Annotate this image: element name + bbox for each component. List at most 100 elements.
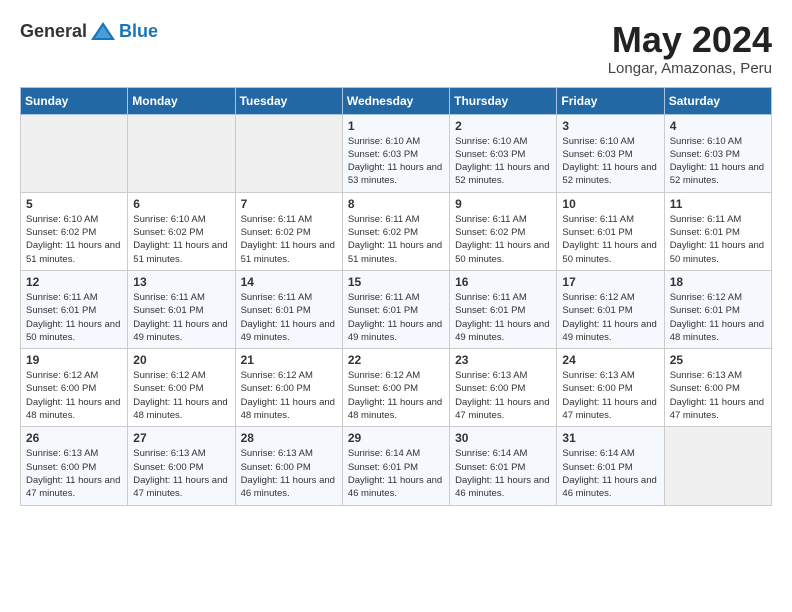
day-info: Sunrise: 6:11 AMSunset: 6:02 PMDaylight:… [241, 213, 337, 266]
day-number: 1 [348, 119, 444, 133]
calendar-day-4: 4 Sunrise: 6:10 AMSunset: 6:03 PMDaylight… [664, 114, 771, 192]
calendar-day-29: 29 Sunrise: 6:14 AMSunset: 6:01 PMDayligh… [342, 427, 449, 505]
weekday-header-saturday: Saturday [664, 87, 771, 114]
month-title: May 2024 [608, 20, 772, 60]
weekday-header-row: SundayMondayTuesdayWednesdayThursdayFrid… [21, 87, 772, 114]
calendar-day-30: 30 Sunrise: 6:14 AMSunset: 6:01 PMDayligh… [450, 427, 557, 505]
title-block: May 2024 Longar, Amazonas, Peru [608, 20, 772, 77]
day-info: Sunrise: 6:14 AMSunset: 6:01 PMDaylight:… [348, 447, 444, 500]
calendar-day-10: 10 Sunrise: 6:11 AMSunset: 6:01 PMDayligh… [557, 192, 664, 270]
day-info: Sunrise: 6:10 AMSunset: 6:03 PMDaylight:… [455, 135, 551, 188]
page-header: General Blue May 2024 Longar, Amazonas, … [20, 20, 772, 77]
day-info: Sunrise: 6:13 AMSunset: 6:00 PMDaylight:… [241, 447, 337, 500]
day-info: Sunrise: 6:11 AMSunset: 6:02 PMDaylight:… [348, 213, 444, 266]
weekday-header-thursday: Thursday [450, 87, 557, 114]
day-number: 30 [455, 431, 551, 445]
calendar-day-12: 12 Sunrise: 6:11 AMSunset: 6:01 PMDayligh… [21, 270, 128, 348]
day-info: Sunrise: 6:13 AMSunset: 6:00 PMDaylight:… [26, 447, 122, 500]
calendar-day-13: 13 Sunrise: 6:11 AMSunset: 6:01 PMDayligh… [128, 270, 235, 348]
day-number: 25 [670, 353, 766, 367]
weekday-header-wednesday: Wednesday [342, 87, 449, 114]
empty-cell [128, 114, 235, 192]
day-number: 7 [241, 197, 337, 211]
day-number: 31 [562, 431, 658, 445]
day-number: 14 [241, 275, 337, 289]
day-info: Sunrise: 6:12 AMSunset: 6:00 PMDaylight:… [348, 369, 444, 422]
day-info: Sunrise: 6:11 AMSunset: 6:01 PMDaylight:… [562, 213, 658, 266]
day-number: 12 [26, 275, 122, 289]
weekday-header-sunday: Sunday [21, 87, 128, 114]
location-title: Longar, Amazonas, Peru [608, 60, 772, 77]
day-info: Sunrise: 6:11 AMSunset: 6:01 PMDaylight:… [455, 291, 551, 344]
calendar-day-31: 31Sunrise: 6:14 AMSunset: 6:01 PMDayligh… [557, 427, 664, 505]
day-number: 28 [241, 431, 337, 445]
calendar-body: 1 Sunrise: 6:10 AMSunset: 6:03 PMDaylight… [21, 114, 772, 505]
day-number: 3 [562, 119, 658, 133]
day-info: Sunrise: 6:13 AMSunset: 6:00 PMDaylight:… [562, 369, 658, 422]
logo: General Blue [20, 20, 158, 42]
day-info: Sunrise: 6:11 AMSunset: 6:02 PMDaylight:… [455, 213, 551, 266]
calendar-week-2: 5 Sunrise: 6:10 AMSunset: 6:02 PMDaylight… [21, 192, 772, 270]
empty-cell [664, 427, 771, 505]
day-info: Sunrise: 6:12 AMSunset: 6:01 PMDaylight:… [670, 291, 766, 344]
calendar-day-2: 2Sunrise: 6:10 AMSunset: 6:03 PMDaylight… [450, 114, 557, 192]
calendar-week-1: 1 Sunrise: 6:10 AMSunset: 6:03 PMDaylight… [21, 114, 772, 192]
calendar-day-24: 24 Sunrise: 6:13 AMSunset: 6:00 PMDayligh… [557, 349, 664, 427]
day-info: Sunrise: 6:12 AMSunset: 6:00 PMDaylight:… [133, 369, 229, 422]
calendar-day-22: 22 Sunrise: 6:12 AMSunset: 6:00 PMDayligh… [342, 349, 449, 427]
day-number: 8 [348, 197, 444, 211]
day-number: 13 [133, 275, 229, 289]
day-info: Sunrise: 6:13 AMSunset: 6:00 PMDaylight:… [455, 369, 551, 422]
day-number: 22 [348, 353, 444, 367]
day-info: Sunrise: 6:11 AMSunset: 6:01 PMDaylight:… [348, 291, 444, 344]
day-info: Sunrise: 6:12 AMSunset: 6:00 PMDaylight:… [26, 369, 122, 422]
empty-cell [21, 114, 128, 192]
calendar-day-25: 25 Sunrise: 6:13 AMSunset: 6:00 PMDayligh… [664, 349, 771, 427]
day-number: 23 [455, 353, 551, 367]
day-info: Sunrise: 6:10 AMSunset: 6:03 PMDaylight:… [670, 135, 766, 188]
calendar-day-15: 15 Sunrise: 6:11 AMSunset: 6:01 PMDayligh… [342, 270, 449, 348]
day-number: 11 [670, 197, 766, 211]
day-number: 5 [26, 197, 122, 211]
calendar-day-14: 14 Sunrise: 6:11 AMSunset: 6:01 PMDayligh… [235, 270, 342, 348]
day-number: 27 [133, 431, 229, 445]
day-number: 15 [348, 275, 444, 289]
calendar-table: SundayMondayTuesdayWednesdayThursdayFrid… [20, 87, 772, 506]
day-number: 4 [670, 119, 766, 133]
calendar-day-16: 16Sunrise: 6:11 AMSunset: 6:01 PMDayligh… [450, 270, 557, 348]
weekday-header-tuesday: Tuesday [235, 87, 342, 114]
day-info: Sunrise: 6:13 AMSunset: 6:00 PMDaylight:… [670, 369, 766, 422]
calendar-day-5: 5 Sunrise: 6:10 AMSunset: 6:02 PMDaylight… [21, 192, 128, 270]
day-number: 19 [26, 353, 122, 367]
calendar-week-4: 19 Sunrise: 6:12 AMSunset: 6:00 PMDayligh… [21, 349, 772, 427]
day-number: 6 [133, 197, 229, 211]
calendar-day-21: 21Sunrise: 6:12 AMSunset: 6:00 PMDayligh… [235, 349, 342, 427]
calendar-day-28: 28 Sunrise: 6:13 AMSunset: 6:00 PMDayligh… [235, 427, 342, 505]
calendar-day-27: 27Sunrise: 6:13 AMSunset: 6:00 PMDayligh… [128, 427, 235, 505]
day-number: 21 [241, 353, 337, 367]
day-info: Sunrise: 6:11 AMSunset: 6:01 PMDaylight:… [133, 291, 229, 344]
calendar-day-17: 17Sunrise: 6:12 AMSunset: 6:01 PMDayligh… [557, 270, 664, 348]
day-info: Sunrise: 6:14 AMSunset: 6:01 PMDaylight:… [455, 447, 551, 500]
calendar-day-23: 23 Sunrise: 6:13 AMSunset: 6:00 PMDayligh… [450, 349, 557, 427]
day-info: Sunrise: 6:11 AMSunset: 6:01 PMDaylight:… [26, 291, 122, 344]
day-info: Sunrise: 6:10 AMSunset: 6:02 PMDaylight:… [26, 213, 122, 266]
day-info: Sunrise: 6:11 AMSunset: 6:01 PMDaylight:… [670, 213, 766, 266]
day-number: 26 [26, 431, 122, 445]
weekday-header-friday: Friday [557, 87, 664, 114]
calendar-day-9: 9Sunrise: 6:11 AMSunset: 6:02 PMDaylight… [450, 192, 557, 270]
day-number: 18 [670, 275, 766, 289]
day-number: 10 [562, 197, 658, 211]
day-number: 29 [348, 431, 444, 445]
day-number: 24 [562, 353, 658, 367]
day-info: Sunrise: 6:10 AMSunset: 6:03 PMDaylight:… [562, 135, 658, 188]
calendar-week-5: 26 Sunrise: 6:13 AMSunset: 6:00 PMDayligh… [21, 427, 772, 505]
calendar-day-18: 18 Sunrise: 6:12 AMSunset: 6:01 PMDayligh… [664, 270, 771, 348]
day-number: 20 [133, 353, 229, 367]
calendar-day-19: 19 Sunrise: 6:12 AMSunset: 6:00 PMDayligh… [21, 349, 128, 427]
day-info: Sunrise: 6:11 AMSunset: 6:01 PMDaylight:… [241, 291, 337, 344]
calendar-day-8: 8 Sunrise: 6:11 AMSunset: 6:02 PMDaylight… [342, 192, 449, 270]
calendar-day-26: 26 Sunrise: 6:13 AMSunset: 6:00 PMDayligh… [21, 427, 128, 505]
calendar-day-6: 6Sunrise: 6:10 AMSunset: 6:02 PMDaylight… [128, 192, 235, 270]
calendar-day-7: 7 Sunrise: 6:11 AMSunset: 6:02 PMDaylight… [235, 192, 342, 270]
